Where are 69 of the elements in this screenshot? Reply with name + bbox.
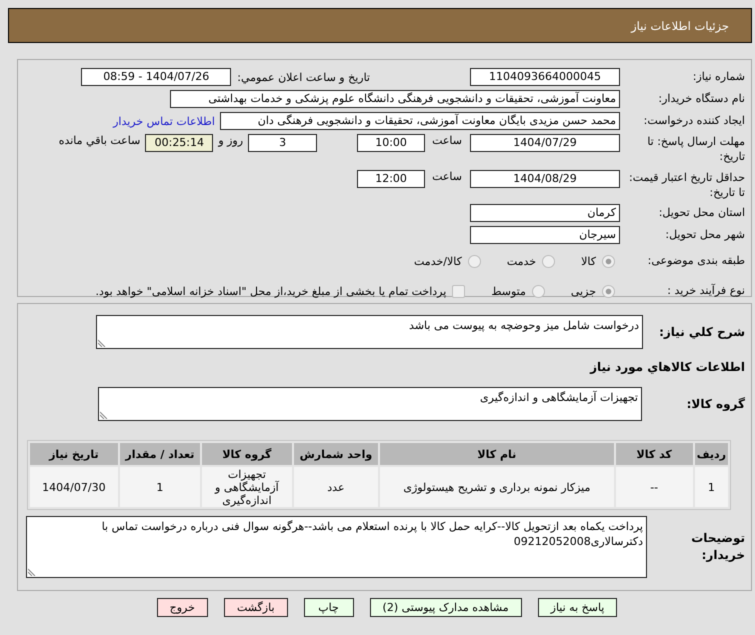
table-cell: 1404/07/30: [30, 467, 118, 507]
buyer-contact-link[interactable]: اطلاعات تماس خریدار: [113, 114, 215, 128]
page-title: جزئیات اطلاعات نیاز: [631, 18, 729, 32]
table-cell: میزکار نمونه برداری و تشریح هیستولوژی: [380, 467, 614, 507]
radio-label: کالا/خدمت: [414, 254, 462, 268]
field-label: طبقه بندی موضوعی:: [646, 253, 745, 269]
radio-button[interactable]: [602, 254, 615, 268]
action-button[interactable]: چاپ: [304, 598, 354, 617]
goods-group-text-area: تجهیزات آزمایشگاهی و اندازه‌گیری: [98, 387, 642, 421]
field-label: تاریخ و ساعت اعلان عمومي:: [237, 70, 370, 84]
field-label: توضیحات خریدار:: [690, 530, 745, 564]
radio-button[interactable]: [542, 254, 556, 268]
checkbox-label: پرداخت تمام یا بخشی از مبلغ خرید،از محل "اسناد خزانه اسلامی" خواهد بود.: [96, 284, 446, 298]
table-header-cell: ردیف: [694, 443, 728, 465]
remaining-label: ساعت باقي مانده: [58, 134, 140, 147]
radio-button[interactable]: [468, 254, 481, 268]
field-label: نوع فرآیند خرید :: [666, 283, 745, 299]
field-label: حداقل تاریخ اعتبار قیمت: تا تاریخ:: [628, 170, 745, 201]
field-label: گروه کالا:: [686, 396, 745, 412]
buyer-org-field: معاونت آموزشی، تحقیقات و دانشجویی فرهنگی دانشگاه علوم پزشکی و خدمات بهداشتی: [170, 90, 620, 108]
radio-label: متوسط: [491, 284, 526, 298]
resize-grip-icon: [28, 568, 36, 576]
validity-date-field: 1404/08/29: [470, 170, 620, 188]
action-button[interactable]: مشاهده مدارک پیوستی (2): [370, 598, 522, 617]
action-button[interactable]: پاسخ به نیاز: [538, 598, 618, 617]
deadline-date-field: 1404/07/29: [470, 134, 620, 152]
table-header-cell: گروه کالا: [202, 443, 292, 465]
announce-date-field: 1404/07/26 - 08:59: [81, 68, 232, 86]
checkbox[interactable]: [452, 284, 466, 298]
table-header-cell: نام کالا: [380, 443, 614, 465]
table-cell: تجهیزات آزمایشگاهی و اندازه‌گیری: [202, 467, 292, 507]
time-label: ساعت: [432, 134, 462, 147]
province-field: کرمان: [470, 204, 620, 222]
table-cell: 1: [694, 467, 728, 507]
city-field: سیرجان: [470, 226, 620, 244]
table-header-cell: واحد شمارش: [294, 443, 378, 465]
table-header-cell: تاریخ نیاز: [30, 443, 118, 465]
field-label: شهر محل تحویل:: [664, 227, 745, 243]
section-title: اطلاعات کالاهاي مورد نیاز: [590, 360, 745, 374]
days-field: 3: [248, 134, 318, 152]
resize-grip-icon: [100, 411, 108, 419]
field-label: نام دستگاه خریدار:: [657, 91, 745, 107]
validity-time-field: 12:00: [357, 170, 426, 188]
table-cell: عدد: [294, 467, 378, 507]
field-label: مهلت ارسال پاسخ: تا تاریخ:: [646, 134, 745, 165]
field-label: شماره نیاز:: [692, 69, 745, 85]
field-label: ایجاد کننده درخواست:: [642, 113, 745, 129]
countdown-field: 00:25:14: [145, 134, 214, 152]
table-cell: 1: [120, 467, 200, 507]
time-label: ساعت: [432, 170, 462, 183]
resize-grip-icon: [98, 339, 106, 347]
radio-label: جزیی: [570, 284, 596, 298]
radio-label: خدمت: [506, 254, 536, 268]
radio-button[interactable]: [532, 284, 545, 298]
buyer-notes-text-area: پرداخت یکماه بعد ازتحویل کالا--کرایه حمل کالا با پرنده استعلام می باشد--هرگونه سوال فنی درباره درخواست تماس با دکترسالاری09212052008: [26, 516, 647, 578]
radio-button[interactable]: [602, 284, 615, 298]
field-label: شرح کلي نیاز:: [658, 324, 745, 340]
action-button[interactable]: بازگشت: [224, 598, 288, 617]
table-header-cell: کد کالا: [616, 443, 693, 465]
need-number-field: 1104093664000045: [470, 68, 620, 86]
description-text-area: درخواست شامل میز وحوضچه به پیوست می باشد: [96, 315, 643, 349]
radio-label: کالا: [581, 254, 596, 268]
deadline-time-field: 10:00: [357, 134, 426, 152]
requester-field: محمد حسن مزیدی بایگان معاونت آموزشی، تحقیقات و دانشجویی فرهنگی دان: [220, 112, 620, 130]
table-cell: --: [616, 467, 693, 507]
table-header-cell: تعداد / مقدار: [120, 443, 200, 465]
field-label: استان محل تحویل:: [658, 205, 745, 221]
action-button[interactable]: خروج: [156, 598, 208, 617]
days-label: روز و: [218, 134, 244, 147]
